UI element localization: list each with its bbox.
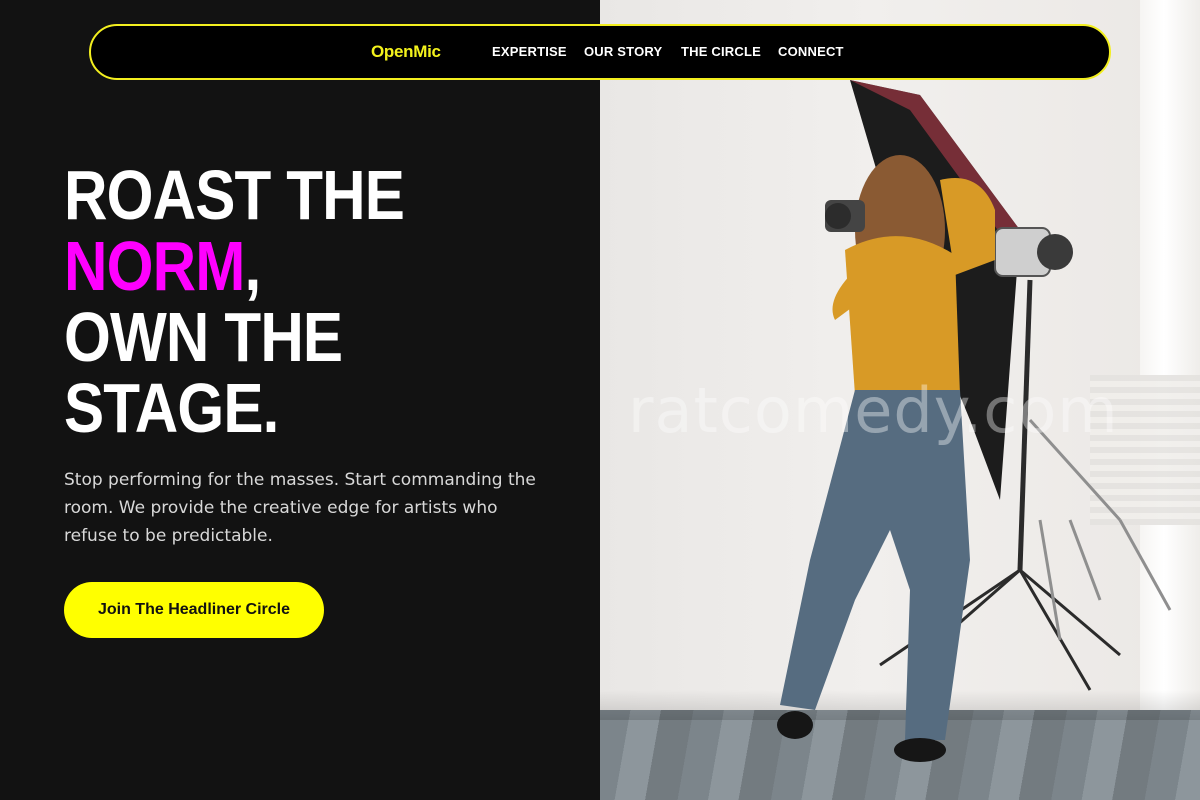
top-navigation-bar: OpenMic EXPERTISE OUR STORY THE CIRCLE C…	[89, 24, 1111, 80]
hero-headline: ROAST THE NORM, OWN THE STAGE.	[64, 156, 405, 447]
headline-line-4: STAGE.	[64, 369, 279, 447]
brand-logo[interactable]: OpenMic	[371, 42, 441, 62]
left-shoe	[777, 711, 813, 739]
nav-link-expertise[interactable]: EXPERTISE	[492, 44, 567, 59]
right-shoe	[894, 738, 946, 762]
headline-accent-word: NORM	[64, 227, 245, 305]
watermark-text: ratcomedy.com	[628, 374, 1119, 447]
person-sweater	[845, 236, 960, 395]
hero-subcopy: Stop performing for the masses. Start co…	[64, 470, 536, 546]
headline-line-1: ROAST THE	[64, 156, 405, 234]
headline-line-2: NORM,	[64, 231, 404, 302]
nav-link-our-story[interactable]: OUR STORY	[584, 44, 662, 59]
join-headliner-circle-button[interactable]: Join The Headliner Circle	[64, 582, 324, 638]
headline-accent-punct: ,	[244, 227, 261, 305]
headline-line-3: OWN THE	[64, 298, 343, 376]
nav-link-the-circle[interactable]: THE CIRCLE	[681, 44, 761, 59]
nav-link-connect[interactable]: CONNECT	[778, 44, 844, 59]
